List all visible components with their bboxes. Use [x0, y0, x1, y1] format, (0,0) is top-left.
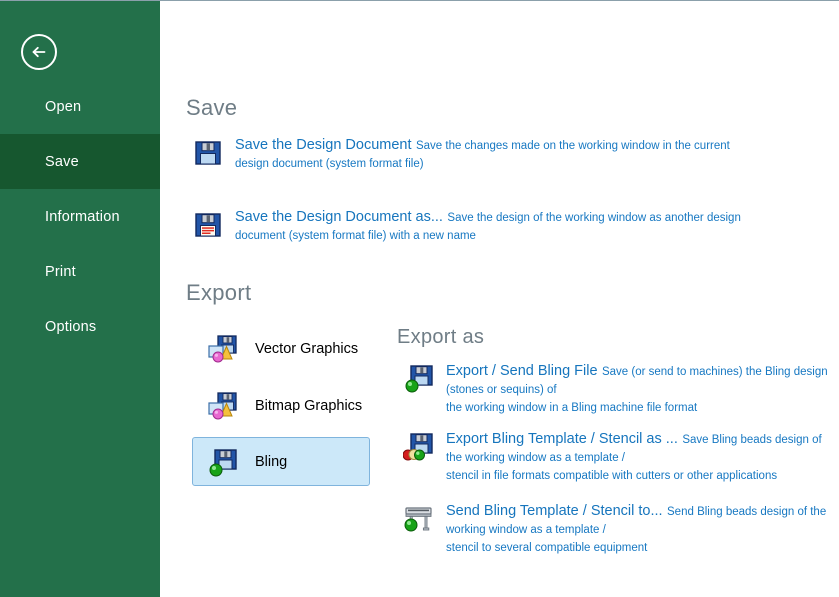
sidebar: Open Save Information Print Options	[0, 1, 160, 597]
command-text: Send Bling Template / Stencil to... Send…	[446, 502, 839, 556]
sidebar-item-label: Open	[45, 99, 81, 115]
picker-label: Bling	[255, 454, 287, 470]
command-title: Export Bling Template / Stencil as ...	[446, 431, 678, 447]
sidebar-item-information[interactable]: Information	[0, 189, 160, 244]
floppy-bling-icon	[207, 446, 239, 478]
picker-label: Vector Graphics	[255, 341, 358, 357]
floppy-bitmap-graphics-icon	[207, 390, 239, 422]
floppy-vector-graphics-icon	[207, 333, 239, 365]
export-send-bling-file-button[interactable]: Export / Send Bling File Save (or send t…	[403, 362, 839, 416]
sidebar-item-save[interactable]: Save	[0, 134, 160, 189]
command-text: Export Bling Template / Stencil as ... S…	[446, 430, 839, 484]
save-design-document-button[interactable]: Save the Design Document Save the change…	[192, 136, 730, 172]
export-section-heading: Export	[186, 280, 251, 306]
sidebar-item-label: Save	[45, 154, 79, 170]
floppy-disk-icon	[192, 137, 224, 169]
command-title: Send Bling Template / Stencil to...	[446, 503, 663, 519]
cutter-machine-gem-icon	[403, 503, 435, 535]
content-pane: Save Save the Design Document Save the c…	[160, 1, 839, 597]
back-arrow-icon[interactable]	[21, 34, 57, 70]
floppy-green-gem-icon	[403, 363, 435, 395]
export-bling-button[interactable]: Bling	[192, 437, 370, 486]
backstage-view: Open Save Information Print Options Save	[0, 0, 839, 597]
command-text: Save the Design Document as... Save the …	[235, 208, 741, 244]
command-title: Export / Send Bling File	[446, 363, 598, 379]
export-as-section-heading: Export as	[397, 326, 484, 349]
sidebar-item-options[interactable]: Options	[0, 299, 160, 354]
save-design-document-as-button[interactable]: Save the Design Document as... Save the …	[192, 208, 741, 244]
sidebar-item-label: Information	[45, 209, 120, 225]
export-vector-graphics-button[interactable]: Vector Graphics	[192, 324, 370, 373]
sidebar-item-label: Print	[45, 264, 76, 280]
floppy-disk-as-icon	[192, 209, 224, 241]
floppy-three-gems-icon	[403, 431, 435, 463]
command-title: Save the Design Document	[235, 137, 412, 153]
export-bling-template-stencil-button[interactable]: Export Bling Template / Stencil as ... S…	[403, 430, 839, 484]
picker-label: Bitmap Graphics	[255, 398, 362, 414]
save-section-heading: Save	[186, 95, 237, 121]
sidebar-nav: Open Save Information Print Options	[0, 79, 160, 354]
sidebar-item-open[interactable]: Open	[0, 79, 160, 134]
command-text: Save the Design Document Save the change…	[235, 136, 730, 172]
command-text: Export / Send Bling File Save (or send t…	[446, 362, 839, 416]
sidebar-item-label: Options	[45, 319, 96, 335]
send-bling-template-stencil-button[interactable]: Send Bling Template / Stencil to... Send…	[403, 502, 839, 556]
export-bitmap-graphics-button[interactable]: Bitmap Graphics	[192, 381, 370, 430]
sidebar-item-print[interactable]: Print	[0, 244, 160, 299]
command-title: Save the Design Document as...	[235, 209, 443, 225]
